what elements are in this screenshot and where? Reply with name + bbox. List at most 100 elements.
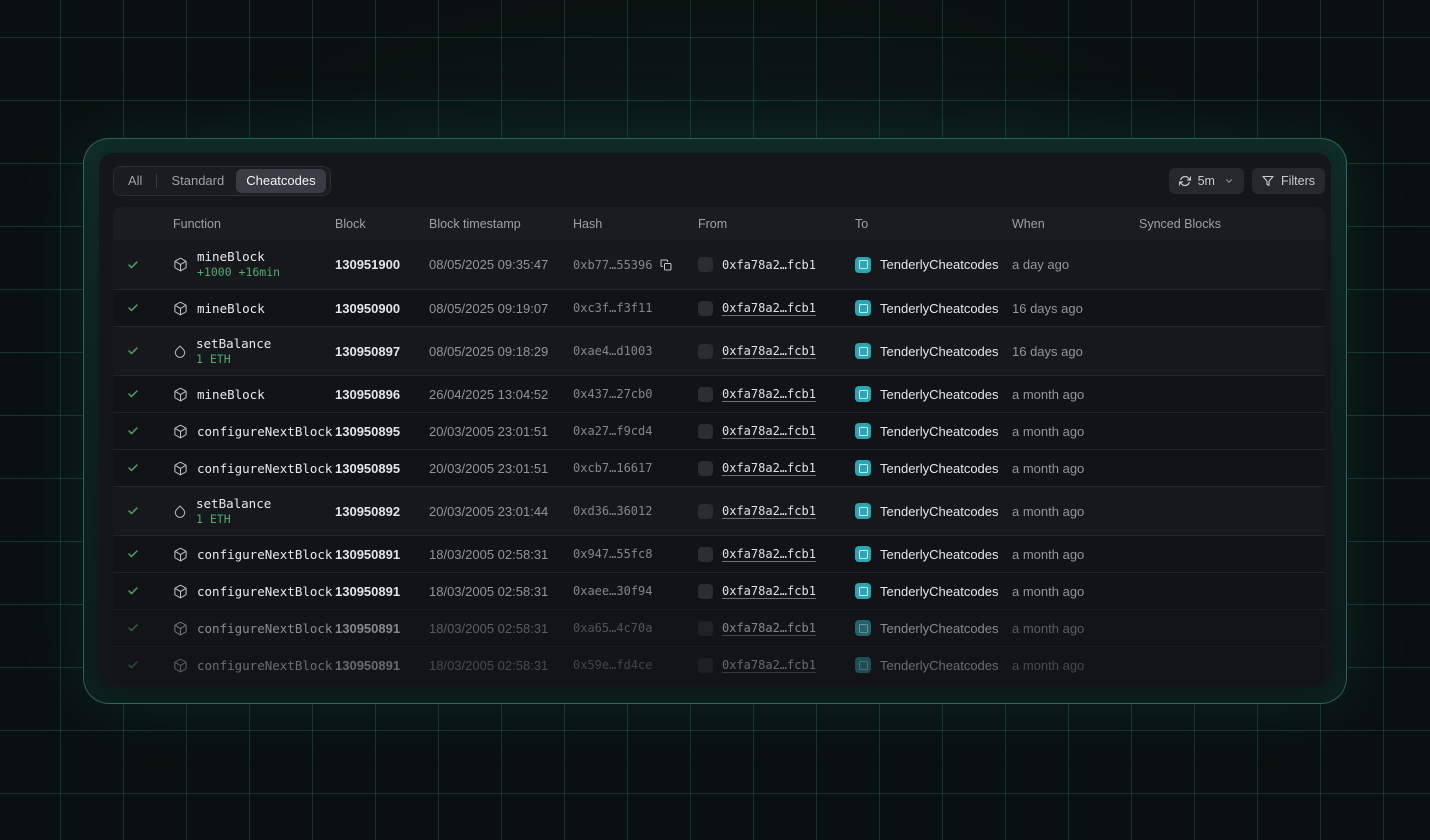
when-text: a month ago [1012,658,1139,673]
block-timestamp: 08/05/2025 09:35:47 [429,257,573,272]
column-block: Block [335,217,429,231]
from-address-link[interactable]: 0xfa78a2…fcb1 [722,658,816,672]
droplet-icon [173,344,187,359]
transactions-panel: All Standard Cheatcodes 5m [83,138,1347,704]
tab-standard[interactable]: Standard [161,169,234,193]
block-timestamp: 18/03/2005 02:58:31 [429,658,573,673]
to-contract-name: TenderlyCheatcodes [880,584,999,599]
when-text: a month ago [1012,387,1139,402]
cube-icon [173,387,188,402]
cheatcode-contract-icon [855,503,871,519]
to-contract-name: TenderlyCheatcodes [880,504,999,519]
from-avatar [698,658,713,673]
from-address-link[interactable]: 0xfa78a2…fcb1 [722,621,816,635]
to-contract-name: TenderlyCheatcodes [880,621,999,636]
tab-all[interactable]: All [118,169,152,193]
to-contract-name: TenderlyCheatcodes [880,301,999,316]
block-timestamp: 20/03/2005 23:01:51 [429,424,573,439]
copy-icon[interactable] [660,259,672,271]
from-avatar [698,621,713,636]
refresh-interval-button[interactable]: 5m [1169,168,1244,194]
function-subtitle: 1 ETH [196,512,271,527]
cube-icon [173,547,188,562]
from-address-link[interactable]: 0xfa78a2…fcb1 [722,424,816,438]
column-block-timestamp: Block timestamp [429,217,573,231]
table-header: Function Block Block timestamp Hash From… [113,207,1325,240]
block-timestamp: 08/05/2025 09:18:29 [429,344,573,359]
when-text: a month ago [1012,584,1139,599]
cube-icon [173,584,188,599]
function-name: mineBlock [197,301,265,316]
cube-icon [173,424,188,439]
block-number: 130950896 [335,387,429,402]
block-timestamp: 18/03/2005 02:58:31 [429,584,573,599]
refresh-icon[interactable] [1179,175,1191,187]
table-row[interactable]: configureNextBlock 130950895 20/03/2005 … [113,449,1325,486]
table-row[interactable]: mineBlock 130950896 26/04/2025 13:04:52 … [113,375,1325,412]
from-address-link[interactable]: 0xfa78a2…fcb1 [722,461,816,475]
from-avatar [698,387,713,402]
refresh-interval-value: 5m [1198,174,1215,188]
from-address-link[interactable]: 0xfa78a2…fcb1 [722,504,816,518]
from-address-link[interactable]: 0xfa78a2…fcb1 [722,344,816,358]
tx-hash: 0xaee…30f94 [573,584,652,598]
cube-icon [173,301,188,316]
function-name: configureNextBlock [197,584,332,599]
cheatcode-contract-icon [855,460,871,476]
function-name: setBalance [196,336,271,351]
function-name: configureNextBlock [197,424,332,439]
table-row[interactable]: mineBlock +1000 +16min 130951900 08/05/2… [113,240,1325,289]
table-row[interactable]: mineBlock 130950900 08/05/2025 09:19:07 … [113,289,1325,326]
tab-cheatcodes[interactable]: Cheatcodes [236,169,325,193]
column-when: When [1012,217,1139,231]
to-contract-name: TenderlyCheatcodes [880,461,999,476]
tx-hash: 0xd36…36012 [573,504,652,518]
from-address-link[interactable]: 0xfa78a2…fcb1 [722,584,816,598]
table-row[interactable]: configureNextBlock 130950891 18/03/2005 … [113,646,1325,683]
when-text: 16 days ago [1012,344,1139,359]
to-contract-name: TenderlyCheatcodes [880,547,999,562]
column-synced-blocks: Synced Blocks [1139,217,1325,231]
cube-icon [173,621,188,636]
tx-hash: 0x947…55fc8 [573,547,652,561]
success-check-icon [127,259,139,271]
when-text: a month ago [1012,424,1139,439]
cheatcode-contract-icon [855,300,871,316]
to-contract-name: TenderlyCheatcodes [880,424,999,439]
table-row[interactable]: setBalance 1 ETH 130950892 20/03/2005 23… [113,486,1325,535]
function-subtitle: 1 ETH [196,352,271,367]
success-check-icon [127,302,139,314]
when-text: a day ago [1012,257,1139,272]
tx-hash: 0x59e…fd4ce [573,658,652,672]
from-avatar [698,547,713,562]
block-timestamp: 20/03/2005 23:01:44 [429,504,573,519]
block-number: 130950892 [335,504,429,519]
transaction-type-tabs: All Standard Cheatcodes [113,166,331,196]
filters-label: Filters [1281,174,1315,188]
filters-button[interactable]: Filters [1252,168,1325,194]
from-address-link[interactable]: 0xfa78a2…fcb1 [722,387,816,401]
success-check-icon [127,425,139,437]
tx-hash: 0xb77…55396 [573,258,652,272]
toolbar: All Standard Cheatcodes 5m [113,167,1325,195]
table-row[interactable]: configureNextBlock 130950891 18/03/2005 … [113,609,1325,646]
cube-icon [173,461,188,476]
tx-hash: 0xc3f…f3f11 [573,301,652,315]
transactions-card: All Standard Cheatcodes 5m [99,153,1331,687]
from-address-link[interactable]: 0xfa78a2…fcb1 [722,301,816,315]
from-avatar [698,344,713,359]
droplet-icon [173,504,187,519]
function-subtitle: +1000 +16min [197,265,280,280]
table-row[interactable]: setBalance 1 ETH 130950897 08/05/2025 09… [113,326,1325,375]
from-address-link[interactable]: 0xfa78a2…fcb1 [722,547,816,561]
success-check-icon [127,345,139,357]
tx-hash: 0x437…27cb0 [573,387,652,401]
toolbar-right: 5m Filters [1169,168,1325,194]
table-row[interactable]: configureNextBlock 130950891 18/03/2005 … [113,572,1325,609]
table-row[interactable]: configureNextBlock 130950895 20/03/2005 … [113,412,1325,449]
block-number: 130950897 [335,344,429,359]
table-row[interactable]: configureNextBlock 130950891 18/03/2005 … [113,535,1325,572]
from-avatar [698,504,713,519]
chevron-down-icon [1224,176,1234,186]
from-address-link[interactable]: 0xfa78a2…fcb1 [722,258,816,272]
